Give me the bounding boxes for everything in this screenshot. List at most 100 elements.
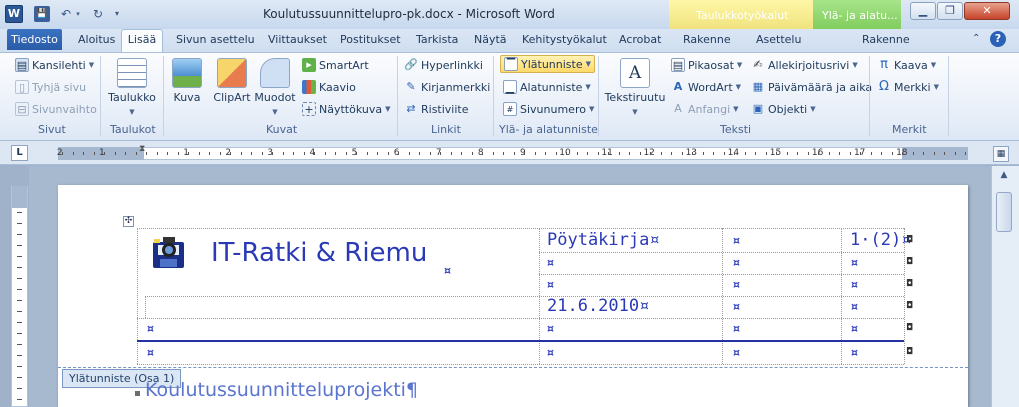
ruler-tick — [471, 152, 473, 155]
help-icon[interactable]: ? — [990, 31, 1006, 47]
cell-end-mark: ¤ — [547, 322, 554, 335]
equation-button[interactable]: π Kaava ▼ — [877, 58, 936, 72]
quick-parts-button[interactable]: ▤ Pikaosat ▼ — [671, 58, 742, 72]
table-button[interactable]: Taulukko ▼ — [108, 58, 156, 117]
picture-button[interactable]: Kuva — [168, 58, 206, 104]
tab-acrobat[interactable]: Acrobat — [619, 33, 661, 46]
cover-page-button[interactable]: ▤ Kansilehti ▼ — [15, 58, 94, 72]
company-name[interactable]: IT-Ratki & Riemu — [211, 238, 427, 268]
table-border — [722, 228, 723, 364]
ruler-tick — [492, 152, 494, 155]
page-number-cell[interactable]: 1·(2)¤ — [850, 230, 911, 250]
wordart-button[interactable]: A WordArt ▼ — [671, 80, 741, 94]
ruler-tick — [230, 152, 231, 155]
collapse-ribbon-icon[interactable]: ⌃ — [972, 33, 980, 44]
tab-selector-button[interactable]: L — [11, 145, 28, 161]
cross-reference-icon: ⇄ — [406, 102, 416, 115]
maximize-button[interactable]: ❐ — [937, 2, 963, 20]
tab-developer[interactable]: Kehitystyökalut — [522, 33, 607, 46]
drop-cap-button[interactable]: A Anfangi ▼ — [671, 102, 738, 116]
ruler-tick — [902, 152, 903, 155]
page-number-button[interactable]: # Sivunumero ▼ — [503, 102, 594, 116]
tab-review[interactable]: Tarkista — [416, 33, 458, 46]
close-button[interactable]: ✕ — [964, 2, 1010, 20]
footer-label: Alatunniste — [520, 80, 583, 94]
redo-icon[interactable]: ↻ — [90, 6, 106, 22]
screenshot-button[interactable]: + Näyttökuva ▼ — [302, 102, 390, 116]
tab-insert[interactable]: Lisää — [121, 29, 163, 53]
date-time-button[interactable]: ▦ Päivämäärä ja aika — [751, 80, 872, 94]
body-heading[interactable]: Koulutussuunnitteluprojekti¶ — [145, 379, 418, 401]
scrollbar-thumb[interactable] — [996, 192, 1012, 232]
tab-view[interactable]: Näytä — [474, 33, 507, 46]
document-type-cell[interactable]: Pöytäkirja¤ — [547, 230, 660, 250]
shapes-button[interactable]: Muodot ▼ — [254, 58, 296, 117]
dropdown-icon: ▼ — [632, 108, 638, 116]
tab-table-layout[interactable]: Asettelu — [756, 33, 801, 46]
minimize-button[interactable]: ▁ — [910, 2, 936, 20]
word-app-icon[interactable]: W — [5, 5, 23, 23]
bookmark-button[interactable]: ✎ Kirjanmerkki — [404, 80, 490, 94]
shapes-label: Muodot — [254, 91, 296, 104]
chart-button[interactable]: Kaavio — [302, 80, 356, 94]
signature-line-button[interactable]: ✍ Allekirjoitusrivi ▼ — [751, 58, 857, 72]
header-button-highlight[interactable]: ▔ Ylätunniste ▼ — [500, 55, 596, 73]
ruler-tick — [240, 152, 242, 155]
smartart-button[interactable]: ▸ SmartArt — [302, 58, 369, 72]
undo-icon[interactable]: ↶ — [58, 6, 74, 22]
ruler-tick — [408, 152, 410, 155]
page-break-button[interactable]: ⊟ Sivunvaihto — [15, 102, 97, 116]
window-title: Koulutussuunnittelupro-pk.docx - Microso… — [263, 7, 555, 21]
dropdown-icon: ▼ — [930, 61, 937, 69]
dropdown-icon: ▼ — [585, 83, 591, 91]
ruler-tick — [755, 152, 756, 155]
page-break-label: Sivunvaihto — [32, 102, 97, 116]
ruler-tick — [219, 152, 221, 155]
object-button[interactable]: ▣ Objekti ▼ — [751, 102, 816, 116]
vertical-ruler[interactable] — [11, 186, 28, 407]
tab-header-footer-design[interactable]: Rakenne — [862, 33, 910, 46]
ruler-number: 10 — [559, 148, 571, 158]
save-icon[interactable]: 💾 — [34, 6, 50, 22]
header-button[interactable]: ▔ Ylätunniste ▼ — [500, 55, 596, 73]
clipart-button[interactable]: ClipArt — [210, 58, 254, 104]
hyperlink-button[interactable]: 🔗 Hyperlinkki — [404, 58, 483, 72]
footer-icon: ▁ — [503, 80, 517, 94]
table-move-handle-icon[interactable]: ✣ — [123, 216, 134, 227]
hyperlink-label: Hyperlinkki — [421, 58, 483, 72]
blank-page-button[interactable]: ▯ Tyhjä sivu — [15, 80, 86, 94]
cell-end-mark: ¤ — [147, 346, 154, 359]
symbol-button[interactable]: Ω Merkki ▼ — [877, 80, 939, 94]
vertical-ruler-tick — [17, 245, 22, 246]
tab-table-design[interactable]: Rakenne — [683, 33, 731, 46]
footer-button[interactable]: ▁ Alatunniste ▼ — [503, 80, 591, 94]
textbox-button[interactable]: A Tekstiruutu ▼ — [603, 58, 667, 117]
cell-end-mark: ¤ — [851, 322, 858, 335]
vertical-ruler-tick — [17, 399, 22, 400]
dropdown-icon: ▼ — [88, 61, 95, 69]
tab-page-layout[interactable]: Sivun asettelu — [176, 33, 255, 46]
undo-dropdown-icon[interactable]: ▾ — [74, 6, 82, 22]
dropdown-icon: ▼ — [585, 60, 592, 68]
tab-file[interactable]: Tiedosto — [7, 29, 62, 50]
cross-reference-button[interactable]: ⇄ Ristiviite — [404, 102, 468, 116]
cell-end-mark: ¤ — [851, 256, 858, 269]
tab-references[interactable]: Viittaukset — [268, 33, 327, 46]
tab-home[interactable]: Aloitus — [78, 33, 115, 46]
ruler-tick — [545, 152, 546, 155]
scroll-up-arrow-icon[interactable]: ▲ — [996, 170, 1012, 184]
ruler-tick — [198, 152, 200, 155]
tab-mailings[interactable]: Postitukset — [340, 33, 401, 46]
ruler-tick — [177, 152, 179, 155]
customize-qat-icon[interactable]: ▾ — [112, 6, 122, 22]
indent-marker-icon[interactable]: ⧗ — [139, 144, 145, 154]
view-ruler-icon[interactable]: ▦ — [993, 146, 1009, 162]
cell-end-mark: ¤ — [547, 278, 554, 291]
row-end-mark: ◘ — [906, 301, 914, 311]
date-cell[interactable]: 21.6.2010¤ — [547, 296, 649, 316]
ruler-tick — [72, 152, 74, 155]
dropdown-icon: ▼ — [810, 105, 816, 113]
group-separator — [397, 56, 398, 136]
group-label-header-footer: Ylä- ja alatunniste — [499, 123, 598, 136]
context-header-footer-label: Ylä- ja alatu... — [822, 9, 898, 22]
